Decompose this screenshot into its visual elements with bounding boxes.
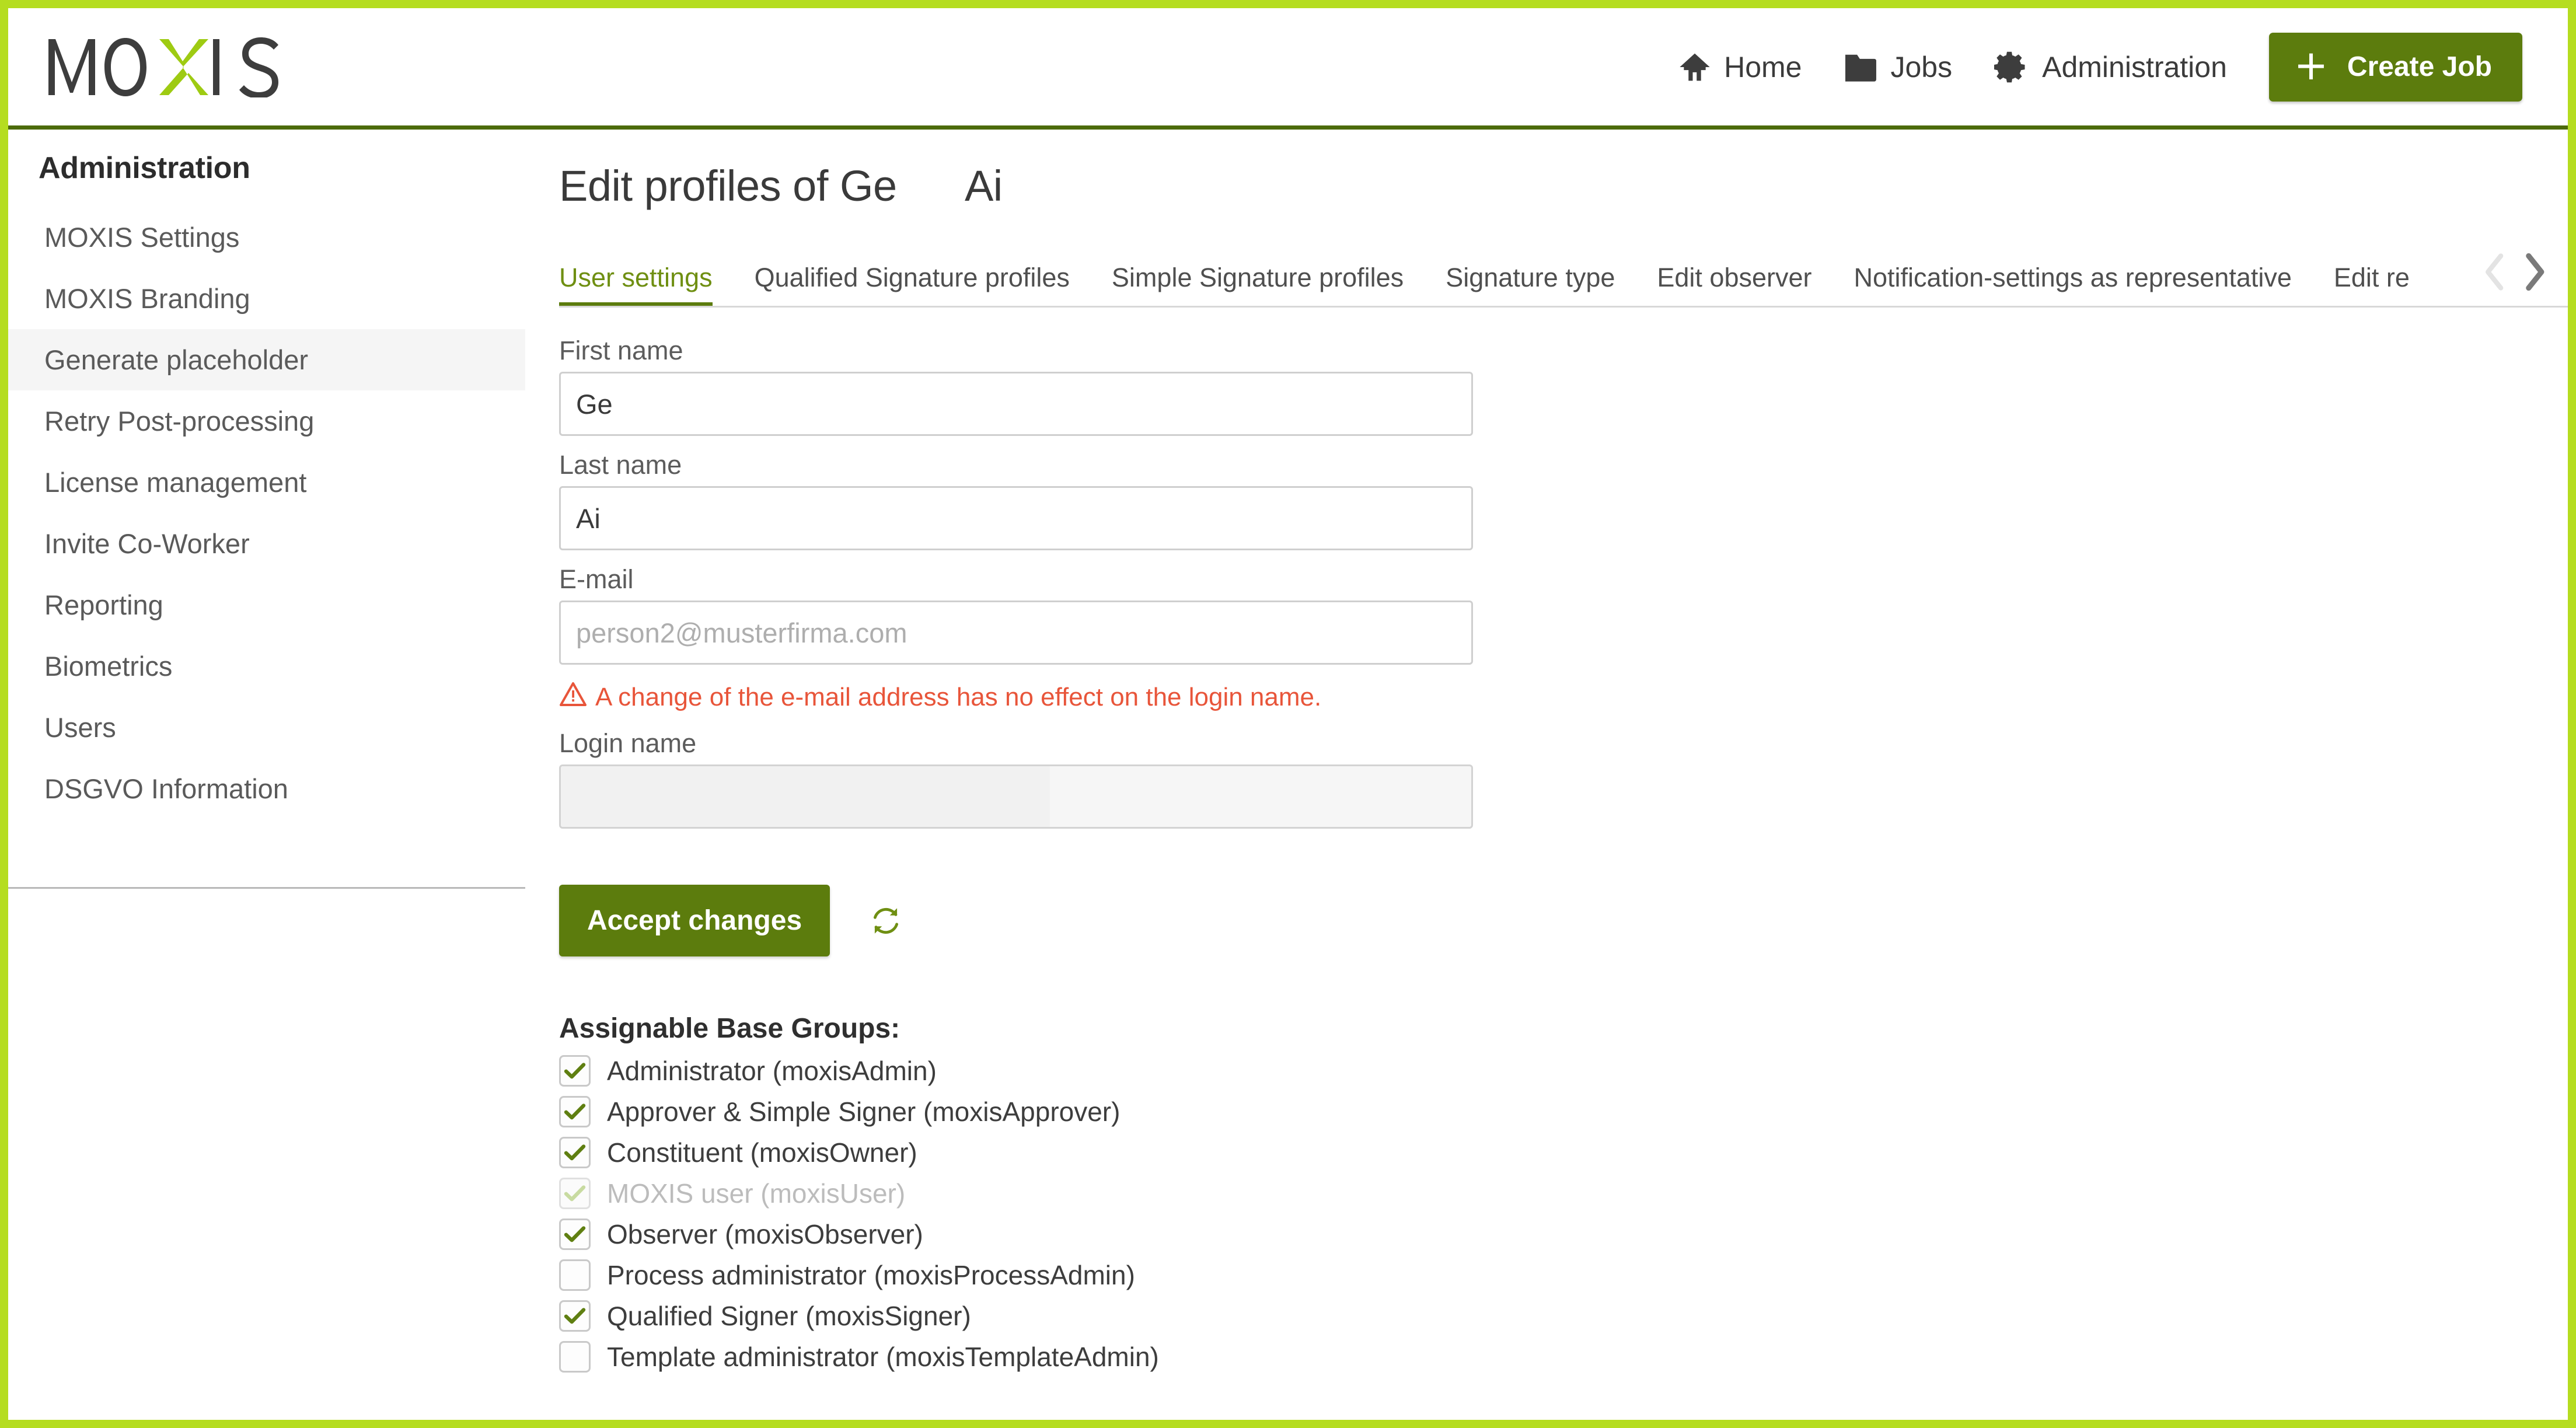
first-name-label: First name xyxy=(559,336,683,365)
warning-triangle-icon xyxy=(559,681,587,713)
sidebar-title: Administration xyxy=(39,151,250,185)
sidebar-item-invite-co-worker[interactable]: Invite Co-Worker xyxy=(8,513,525,574)
sidebar-item-users[interactable]: Users xyxy=(8,697,525,758)
header-navigation: Home Jobs Administration Create Job xyxy=(1636,32,2522,102)
sidebar-item-dsgvo-information[interactable]: DSGVO Information xyxy=(8,758,525,819)
sidebar-item-license-management[interactable]: License management xyxy=(8,452,525,513)
login-name-label: Login name xyxy=(559,728,697,758)
nav-item-home-label: Home xyxy=(1724,50,1802,83)
email-label: E-mail xyxy=(559,564,634,594)
email-input[interactable] xyxy=(559,600,1473,665)
nav-item-administration-label: Administration xyxy=(2042,50,2227,83)
admin-sidebar: Administration MOXIS Settings MOXIS Bran… xyxy=(8,130,525,1416)
top-header-bar: Home Jobs Administration Create Job xyxy=(8,8,2568,130)
tab-scroll-arrows xyxy=(2483,253,2547,291)
group-row-moxis-user: MOXIS user (moxisUser) xyxy=(559,1178,1473,1209)
group-label-moxis-observer: Observer (moxisObserver) xyxy=(607,1219,923,1249)
application-window: Home Jobs Administration Create Job Admi… xyxy=(0,0,2576,1428)
sidebar-item-retry-post-processing[interactable]: Retry Post-processing xyxy=(8,390,525,452)
checkbox-moxis-observer[interactable] xyxy=(559,1218,591,1250)
nav-item-jobs-label: Jobs xyxy=(1890,50,1953,83)
sidebar-item-moxis-branding[interactable]: MOXIS Branding xyxy=(8,268,525,329)
assignable-base-groups: Assignable Base Groups: Administrator (m… xyxy=(559,1012,1473,1373)
group-label-moxis-user: MOXIS user (moxisUser) xyxy=(607,1178,906,1209)
sidebar-item-reporting[interactable]: Reporting xyxy=(8,574,525,636)
nav-item-home[interactable]: Home xyxy=(1678,50,1802,84)
tab-user-settings[interactable]: User settings xyxy=(559,263,713,306)
tab-qualified-signature-profiles[interactable]: Qualified Signature profiles xyxy=(755,263,1070,306)
checkbox-moxis-template-admin[interactable] xyxy=(559,1341,591,1373)
chevron-left-icon[interactable] xyxy=(2483,253,2508,291)
tab-notification-settings-as-representative[interactable]: Notification-settings as representative xyxy=(1854,263,2292,306)
last-name-input[interactable] xyxy=(559,486,1473,550)
sidebar-item-moxis-settings[interactable]: MOXIS Settings xyxy=(8,207,525,268)
checkbox-moxis-owner[interactable] xyxy=(559,1137,591,1168)
nav-item-jobs[interactable]: Jobs xyxy=(1844,50,1952,84)
accept-changes-button[interactable]: Accept changes xyxy=(559,885,830,956)
profile-tabbar: User settings Qualified Signature profil… xyxy=(559,243,2568,308)
checkbox-moxis-approver[interactable] xyxy=(559,1096,591,1127)
email-warning-message: A change of the e-mail address has no ef… xyxy=(559,681,1473,713)
plus-icon xyxy=(2295,51,2327,83)
checkbox-moxis-user xyxy=(559,1178,591,1209)
first-name-input[interactable] xyxy=(559,372,1473,436)
login-name-input xyxy=(559,764,1473,829)
group-label-moxis-admin: Administrator (moxisAdmin) xyxy=(607,1056,937,1086)
page-title: Edit profiles of Ge Ai xyxy=(559,162,1003,210)
group-row-moxis-owner[interactable]: Constituent (moxisOwner) xyxy=(559,1137,1473,1168)
last-name-label: Last name xyxy=(559,450,682,480)
home-icon xyxy=(1678,51,1711,83)
sidebar-item-biometrics[interactable]: Biometrics xyxy=(8,636,525,697)
tab-edit-representative[interactable]: Edit re xyxy=(2334,263,2410,306)
folder-icon xyxy=(1844,52,1877,82)
group-label-moxis-template-admin: Template administrator (moxisTemplateAdm… xyxy=(607,1342,1159,1372)
group-row-moxis-process-admin[interactable]: Process administrator (moxisProcessAdmin… xyxy=(559,1259,1473,1291)
chevron-right-icon[interactable] xyxy=(2521,253,2547,291)
group-row-moxis-observer[interactable]: Observer (moxisObserver) xyxy=(559,1218,1473,1250)
page-body: Administration MOXIS Settings MOXIS Bran… xyxy=(8,130,2568,1416)
refresh-icon[interactable] xyxy=(868,904,903,938)
group-label-moxis-process-admin: Process administrator (moxisProcessAdmin… xyxy=(607,1260,1135,1290)
create-job-button[interactable]: Create Job xyxy=(2268,32,2522,102)
gear-icon xyxy=(1994,50,2029,85)
group-row-moxis-approver[interactable]: Approver & Simple Signer (moxisApprover) xyxy=(559,1096,1473,1127)
group-label-moxis-approver: Approver & Simple Signer (moxisApprover) xyxy=(607,1097,1121,1127)
main-content: Edit profiles of Ge Ai User settings Qua… xyxy=(525,130,2568,1416)
checkbox-moxis-signer[interactable] xyxy=(559,1300,591,1332)
checkbox-moxis-admin[interactable] xyxy=(559,1055,591,1087)
form-actions-row: Accept changes xyxy=(559,885,1473,956)
group-label-moxis-owner: Constituent (moxisOwner) xyxy=(607,1137,917,1168)
group-row-moxis-admin[interactable]: Administrator (moxisAdmin) xyxy=(559,1055,1473,1087)
sidebar-divider xyxy=(8,887,525,889)
moxis-logo[interactable] xyxy=(45,8,290,125)
tab-edit-observer[interactable]: Edit observer xyxy=(1657,263,1811,306)
group-label-moxis-signer: Qualified Signer (moxisSigner) xyxy=(607,1301,971,1331)
tab-signature-type[interactable]: Signature type xyxy=(1446,263,1615,306)
tab-simple-signature-profiles[interactable]: Simple Signature profiles xyxy=(1112,263,1404,306)
assignable-base-groups-title: Assignable Base Groups: xyxy=(559,1013,900,1044)
email-warning-text: A change of the e-mail address has no ef… xyxy=(595,682,1322,711)
nav-item-administration[interactable]: Administration xyxy=(1994,50,2227,85)
group-row-moxis-template-admin[interactable]: Template administrator (moxisTemplateAdm… xyxy=(559,1341,1473,1373)
checkbox-moxis-process-admin[interactable] xyxy=(559,1259,591,1291)
group-row-moxis-signer[interactable]: Qualified Signer (moxisSigner) xyxy=(559,1300,1473,1332)
user-settings-form: First name Last name E-mail A change of … xyxy=(559,336,1473,1373)
sidebar-item-generate-placeholder[interactable]: Generate placeholder xyxy=(8,329,525,390)
login-name-field-wrapper xyxy=(559,764,1473,843)
create-job-button-label: Create Job xyxy=(2347,51,2492,82)
